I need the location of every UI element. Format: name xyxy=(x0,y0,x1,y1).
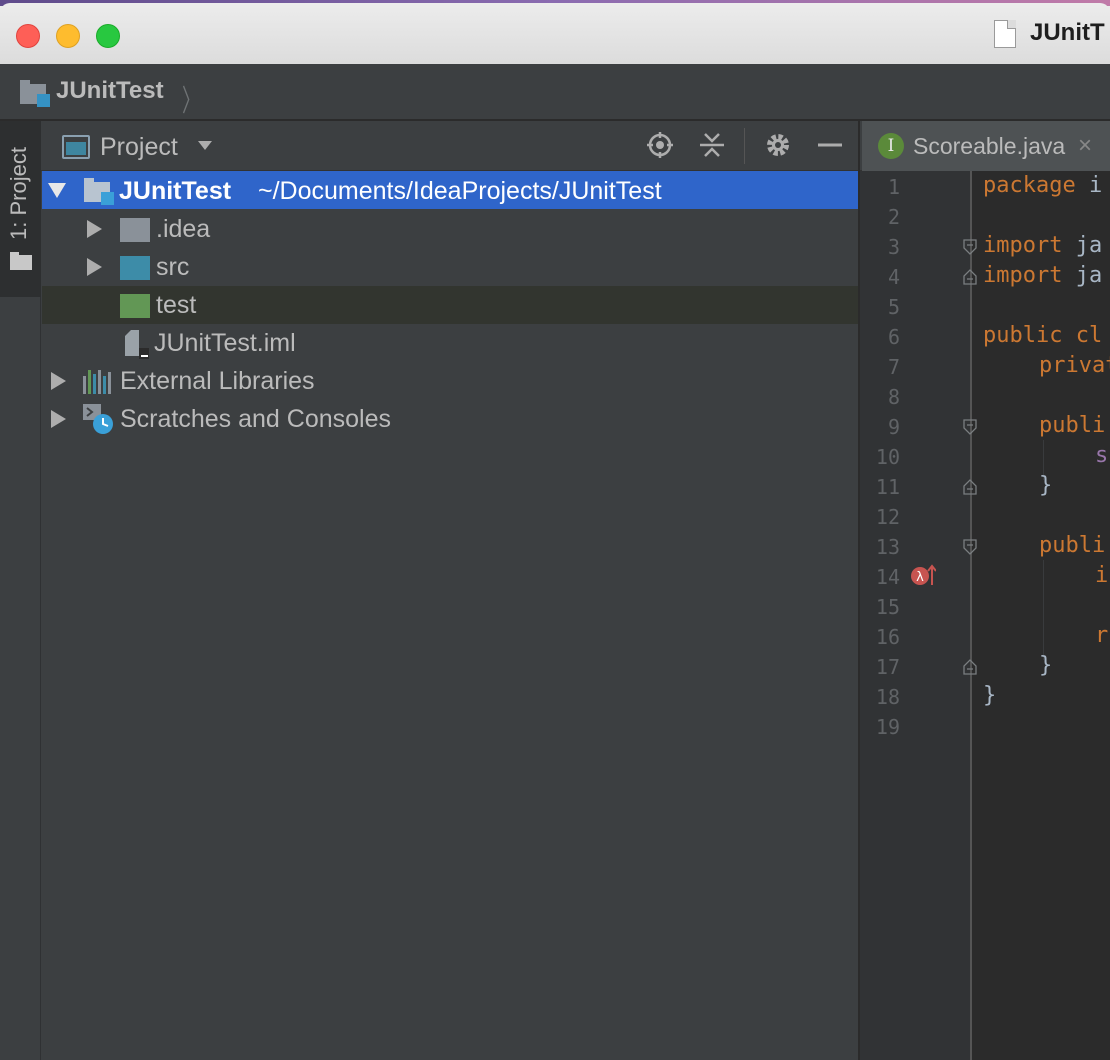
expand-arrow-icon[interactable] xyxy=(87,258,102,276)
tree-item-external-libraries[interactable]: External Libraries xyxy=(120,367,315,396)
code-line-14: i xyxy=(1095,563,1109,588)
breadcrumb-module[interactable]: JUnitTest xyxy=(56,77,164,105)
line-number: 9 xyxy=(887,415,900,439)
locate-file-icon[interactable] xyxy=(645,130,675,160)
keyword: public xyxy=(983,323,1063,348)
navigation-bar xyxy=(0,64,1110,120)
minimize-window-button[interactable] xyxy=(56,24,80,48)
line-number: 3 xyxy=(887,235,900,259)
expand-arrow-icon[interactable] xyxy=(51,372,66,390)
code-line-7: privat xyxy=(1039,353,1110,378)
tree-item-src[interactable]: src xyxy=(156,253,189,282)
lambda-implements-icon[interactable]: λ xyxy=(910,563,936,587)
tree-item-scratches[interactable]: Scratches and Consoles xyxy=(120,405,391,434)
line-number: 1 xyxy=(887,175,900,199)
line-number: 15 xyxy=(875,595,900,619)
fold-marker-icon[interactable] xyxy=(963,539,977,555)
editor-tab-label: Scoreable.java xyxy=(913,133,1066,159)
line-number: 4 xyxy=(887,265,900,289)
close-window-button[interactable] xyxy=(16,24,40,48)
code-line-9: publi xyxy=(1039,413,1105,438)
keyword: privat xyxy=(1039,353,1110,378)
line-number: 12 xyxy=(875,505,900,529)
test-folder-icon xyxy=(120,294,150,318)
line-number: 6 xyxy=(887,325,900,349)
tree-item-iml[interactable]: JUnitTest.iml xyxy=(154,329,296,358)
code-line-18: } xyxy=(983,683,997,708)
code-line-10: s xyxy=(1095,443,1109,468)
header-divider xyxy=(744,128,745,164)
line-number: 5 xyxy=(887,295,900,319)
fold-marker-icon[interactable] xyxy=(963,239,977,255)
code-text: ja xyxy=(1062,263,1103,288)
code-line-1: package i xyxy=(983,173,1102,198)
code-line-17: } xyxy=(1039,653,1053,678)
fold-marker-icon[interactable] xyxy=(963,419,977,435)
keyword: package xyxy=(983,173,1076,198)
tree-root-name: JUnitTest xyxy=(119,177,232,205)
gear-icon[interactable] xyxy=(763,130,793,160)
project-view-selector[interactable]: Project xyxy=(100,133,178,162)
code-line-13: publi xyxy=(1039,533,1105,558)
keyword: publi xyxy=(1039,413,1106,438)
fold-end-marker-icon[interactable] xyxy=(963,659,977,675)
indent-guide xyxy=(1043,560,1044,660)
code-line-4: import ja xyxy=(983,263,1102,288)
line-number: 10 xyxy=(875,445,900,469)
svg-text:λ: λ xyxy=(916,570,924,585)
line-number: 16 xyxy=(875,625,900,649)
line-number: 13 xyxy=(875,535,900,559)
keyword: cl xyxy=(1062,323,1103,348)
line-number: 2 xyxy=(887,205,900,229)
line-number: 7 xyxy=(887,355,900,379)
hide-panel-icon[interactable] xyxy=(815,130,845,160)
source-folder-icon xyxy=(120,256,150,280)
code-line-11: } xyxy=(1039,473,1053,498)
code-line-16: r xyxy=(1095,623,1109,648)
iml-file-icon xyxy=(125,330,149,359)
keyword: import xyxy=(983,263,1063,288)
expand-arrow-icon[interactable] xyxy=(51,410,66,428)
fold-end-marker-icon[interactable] xyxy=(963,479,977,495)
folder-icon xyxy=(10,252,32,270)
breadcrumb-separator-icon: 〉 xyxy=(182,85,200,118)
document-icon xyxy=(994,20,1016,48)
line-number: 11 xyxy=(875,475,900,499)
collapse-all-icon[interactable] xyxy=(697,130,727,160)
line-number: 18 xyxy=(875,685,900,709)
keyword: publi xyxy=(1039,533,1106,558)
folder-icon xyxy=(120,218,150,242)
scratches-icon xyxy=(83,404,113,434)
fold-end-marker-icon[interactable] xyxy=(963,269,977,285)
code-line-3: import ja xyxy=(983,233,1102,258)
zoom-window-button[interactable] xyxy=(96,24,120,48)
module-folder-icon xyxy=(20,80,50,107)
project-view-icon xyxy=(62,135,90,159)
tree-item-idea[interactable]: .idea xyxy=(156,215,210,244)
expand-arrow-icon[interactable] xyxy=(48,183,66,198)
title-bar xyxy=(0,0,1110,64)
tree-root-path: ~/Documents/IdeaProjects/JUnitTest xyxy=(258,177,662,205)
line-number: 17 xyxy=(875,655,900,679)
code-text: i xyxy=(1075,173,1103,198)
keyword: import xyxy=(983,233,1063,258)
code-line-6: public cl xyxy=(983,323,1102,348)
interface-icon: I xyxy=(878,133,904,159)
chevron-down-icon[interactable] xyxy=(198,141,212,150)
close-icon[interactable]: × xyxy=(1078,132,1092,160)
module-folder-icon xyxy=(84,178,114,205)
line-number: 19 xyxy=(875,715,900,739)
line-number: 14 xyxy=(875,565,900,589)
line-number: 8 xyxy=(887,385,900,409)
libraries-icon xyxy=(83,370,111,394)
expand-arrow-icon[interactable] xyxy=(87,220,102,238)
project-tool-window-label: 1: Project xyxy=(6,147,31,240)
code-text: ja xyxy=(1062,233,1103,258)
tree-item-test[interactable]: test xyxy=(156,291,196,320)
code-editor[interactable] xyxy=(972,171,1110,1060)
window-title: JUnitT xyxy=(1030,19,1105,46)
